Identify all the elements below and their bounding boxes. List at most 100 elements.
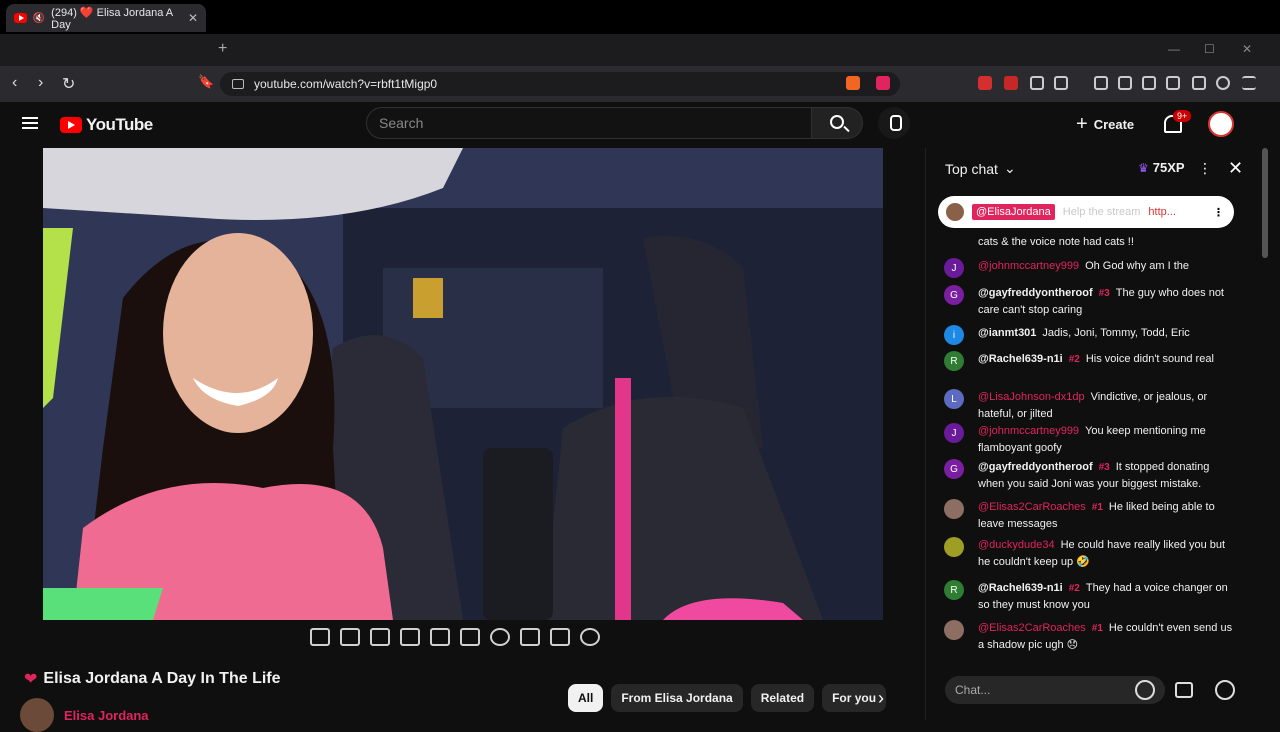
chat-close-icon[interactable]: ✕: [1228, 158, 1243, 179]
message-text: Oh God why am I the: [1085, 260, 1189, 272]
super-chat-icon[interactable]: [1175, 682, 1193, 698]
bookmark-icon[interactable]: 🔖: [198, 74, 214, 90]
voice-search-icon[interactable]: [878, 107, 910, 139]
channel-row: Elisa Jordana: [20, 698, 149, 732]
notification-badge: 9+: [1173, 110, 1192, 122]
chat-message: J @johnmccartney999 You keep mentioning m…: [944, 423, 1234, 457]
related-chips: All From Elisa Jordana Related For you: [568, 684, 887, 712]
pinned-more-icon[interactable]: ⋮: [1213, 206, 1224, 219]
rank-badge: #2: [1068, 583, 1080, 594]
url-field[interactable]: youtube.com/watch?v=rbft1tMigp0: [220, 72, 900, 96]
chat-mode-dropdown[interactable]: Top chat ⌄: [945, 160, 1016, 177]
message-author[interactable]: @ianmt301: [978, 327, 1036, 339]
message-author[interactable]: @gayfreddyontheroof: [978, 461, 1093, 473]
create-button[interactable]: + Create: [1076, 113, 1134, 136]
browser-tab-strip: [0, 34, 1280, 66]
message-author[interactable]: @johnmccartney999: [978, 260, 1079, 272]
brave-shields-icon[interactable]: [846, 76, 860, 90]
youtube-logo[interactable]: YouTube: [60, 115, 153, 135]
player-controls: [310, 628, 600, 646]
chat-avatar[interactable]: [944, 537, 964, 557]
account-avatar[interactable]: [1208, 111, 1234, 137]
screenshot-camera-icon[interactable]: [550, 628, 570, 646]
plus-icon: +: [1076, 113, 1088, 135]
speed-icon[interactable]: [490, 628, 510, 646]
menu-icon[interactable]: [1242, 76, 1256, 90]
chat-message: @duckydude34 He could have really liked y…: [944, 537, 1234, 571]
message-author[interactable]: @LisaJohnson-dx1dp: [978, 391, 1085, 403]
message-author[interactable]: @johnmccartney999: [978, 425, 1079, 437]
chat-avatar[interactable]: [944, 499, 964, 519]
chat-more-icon[interactable]: ⋮: [1198, 160, 1212, 177]
site-info-icon[interactable]: [232, 79, 244, 89]
media-icon[interactable]: [1118, 76, 1132, 90]
theater-icon[interactable]: [430, 628, 450, 646]
message-author[interactable]: @duckydude34: [978, 539, 1055, 551]
chat-message: R @Rachel639-n1i #2 His voice didn't sound…: [944, 351, 1234, 371]
close-window-icon[interactable]: ✕: [1242, 42, 1252, 56]
chip-for-you[interactable]: For you: [822, 684, 887, 712]
chat-avatar[interactable]: R: [944, 580, 964, 600]
new-tab-button[interactable]: +: [218, 40, 227, 58]
url-text: youtube.com/watch?v=rbft1tMigp0: [254, 77, 438, 91]
screenshot-icon[interactable]: [1054, 76, 1068, 90]
chat-avatar[interactable]: L: [944, 389, 964, 409]
page-scrollbar[interactable]: [1262, 148, 1268, 258]
miniplayer-icon[interactable]: [370, 628, 390, 646]
add-clip-icon[interactable]: [520, 628, 540, 646]
message-text: His voice didn't sound real: [1085, 353, 1214, 365]
fullscreen-icon[interactable]: [460, 628, 480, 646]
channel-name[interactable]: Elisa Jordana: [64, 708, 149, 723]
minimize-icon[interactable]: —: [1168, 42, 1180, 56]
browser-tab[interactable]: 🔇 (294) ❤️ Elisa Jordana A Day ✕: [6, 4, 206, 32]
chip-from-channel[interactable]: From Elisa Jordana: [611, 684, 743, 712]
pinned-message[interactable]: @ElisaJordana Help the stream http... ⋮: [938, 196, 1234, 228]
chat-avatar[interactable]: J: [944, 423, 964, 443]
message-author[interactable]: @Rachel639-n1i: [978, 353, 1063, 365]
settings-gear-icon[interactable]: [580, 628, 600, 646]
emoji-icon[interactable]: [1135, 680, 1155, 700]
extension-red-icon[interactable]: [978, 76, 992, 90]
chat-avatar[interactable]: G: [944, 459, 964, 479]
pinned-link[interactable]: http...: [1148, 206, 1176, 218]
chat-input[interactable]: Chat...: [945, 676, 1165, 704]
message-author[interactable]: @Rachel639-n1i: [978, 582, 1063, 594]
extensions-icon[interactable]: [1030, 76, 1044, 90]
chat-avatar[interactable]: J: [944, 258, 964, 278]
adblock-icon[interactable]: [1004, 76, 1018, 90]
video-title-row: ❤ Elisa Jordana A Day In The Life: [24, 669, 281, 689]
loop-icon[interactable]: [310, 628, 330, 646]
heart-reaction-icon[interactable]: [1215, 680, 1235, 700]
download-icon[interactable]: [1094, 76, 1108, 90]
chip-related[interactable]: Related: [750, 684, 815, 712]
tab-close-icon[interactable]: ✕: [188, 11, 198, 25]
chat-avatar[interactable]: R: [944, 351, 964, 371]
xp-value: 75XP: [1152, 160, 1185, 175]
back-icon[interactable]: ‹: [12, 74, 17, 92]
leo-ai-icon[interactable]: [1192, 76, 1206, 90]
chips-next-icon[interactable]: ›: [878, 688, 884, 709]
forward-icon[interactable]: ›: [38, 74, 43, 92]
xp-badge[interactable]: ♛ 75XP: [1138, 160, 1185, 175]
channel-avatar[interactable]: [20, 698, 54, 732]
chat-message: R @Rachel639-n1i #2 They had a voice chang…: [944, 580, 1234, 614]
clip-icon[interactable]: [400, 628, 420, 646]
wallet-icon[interactable]: [1166, 76, 1180, 90]
chat-avatar[interactable]: i: [944, 325, 964, 345]
live-audio-icon[interactable]: [340, 628, 360, 646]
search-input[interactable]: Search: [366, 107, 812, 139]
guide-menu-icon[interactable]: [22, 117, 38, 129]
chip-all[interactable]: All: [568, 684, 604, 712]
muted-icon[interactable]: 🔇: [33, 13, 45, 24]
video-player[interactable]: [43, 148, 883, 620]
chat-avatar[interactable]: G: [944, 285, 964, 305]
message-author[interactable]: @Elisas2CarRoaches: [978, 622, 1086, 634]
maximize-icon[interactable]: ☐: [1204, 42, 1215, 56]
brave-rewards-icon[interactable]: [876, 76, 890, 90]
message-author[interactable]: @Elisas2CarRoaches: [978, 501, 1086, 513]
sidebar-icon[interactable]: [1142, 76, 1156, 90]
vpn-icon[interactable]: [1216, 76, 1230, 90]
message-author[interactable]: @gayfreddyontheroof: [978, 287, 1093, 299]
reload-icon[interactable]: ↻: [62, 74, 75, 94]
chat-avatar[interactable]: [944, 620, 964, 640]
